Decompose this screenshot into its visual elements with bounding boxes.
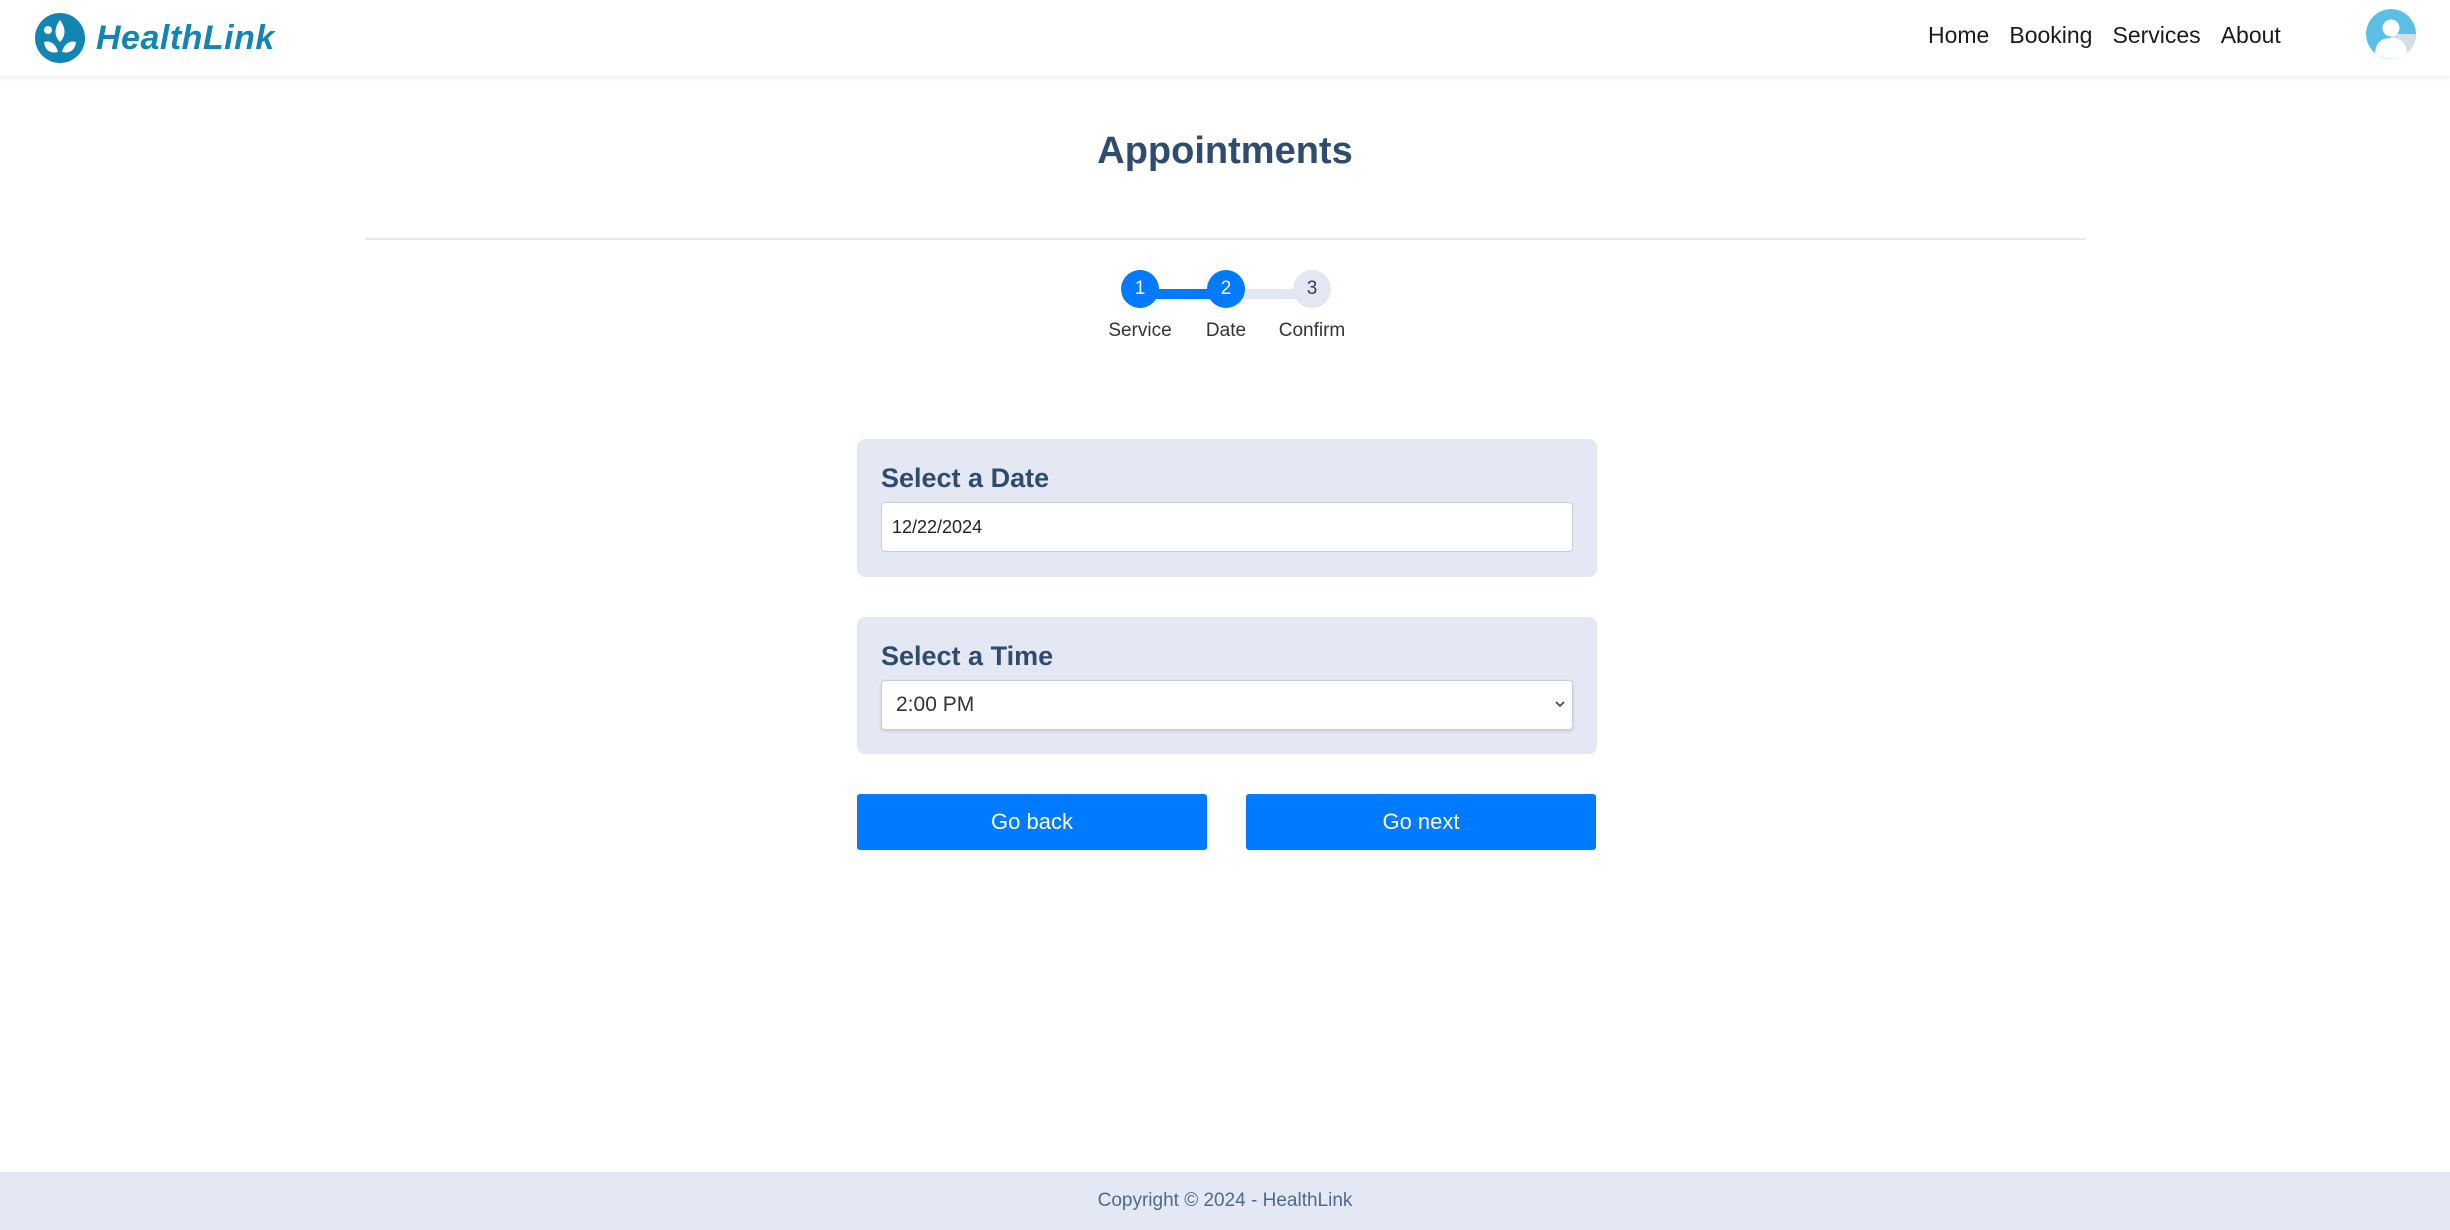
page-footer: Copyright © 2024 - HealthLink [0, 1172, 2450, 1230]
go-back-button[interactable]: Go back [857, 794, 1207, 850]
step-2-circle[interactable]: 2 [1207, 270, 1245, 308]
step-3-label: Confirm [1278, 320, 1346, 341]
step-1-label: Service [1108, 320, 1172, 341]
time-card-title: Select a Time [881, 641, 1054, 671]
brand-logo[interactable]: HealthLink [34, 8, 275, 68]
title-divider [365, 238, 2086, 240]
nav-home-link[interactable]: Home [1928, 18, 1989, 52]
nav-booking-link[interactable]: Booking [2009, 18, 2092, 52]
step-2-label: Date [1205, 320, 1247, 341]
nav-about-link[interactable]: About [2221, 18, 2281, 52]
booking-stepper: 1 2 3 Service Date Confirm [1100, 268, 1360, 348]
step-1-circle[interactable]: 1 [1121, 270, 1159, 308]
copyright-text: Copyright © 2024 - HealthLink [1097, 1190, 1353, 1211]
brand-name: HealthLink [96, 18, 275, 57]
main-nav: Home Booking Services About [1928, 18, 2281, 52]
user-avatar[interactable] [2366, 9, 2416, 59]
date-input-value: 12/22/2024 [892, 517, 983, 537]
user-avatar-icon [2366, 9, 2416, 59]
chevron-down-icon [1555, 701, 1565, 708]
time-card: Select a Time 2:00 PM [857, 617, 1597, 754]
time-select[interactable]: 2:00 PM [881, 680, 1573, 730]
date-card-title: Select a Date [881, 463, 1050, 493]
time-select-value: 2:00 PM [896, 693, 975, 716]
leaf-hands-icon [35, 13, 85, 63]
go-next-button[interactable]: Go next [1246, 794, 1596, 850]
step-3-circle[interactable]: 3 [1293, 270, 1331, 308]
top-navbar: HealthLink Home Booking Services About [0, 0, 2450, 76]
date-card: Select a Date 12/22/2024 [857, 439, 1597, 577]
date-input[interactable]: 12/22/2024 [881, 502, 1573, 552]
nav-services-link[interactable]: Services [2112, 18, 2200, 52]
page-title: Appointments [1097, 130, 1353, 172]
